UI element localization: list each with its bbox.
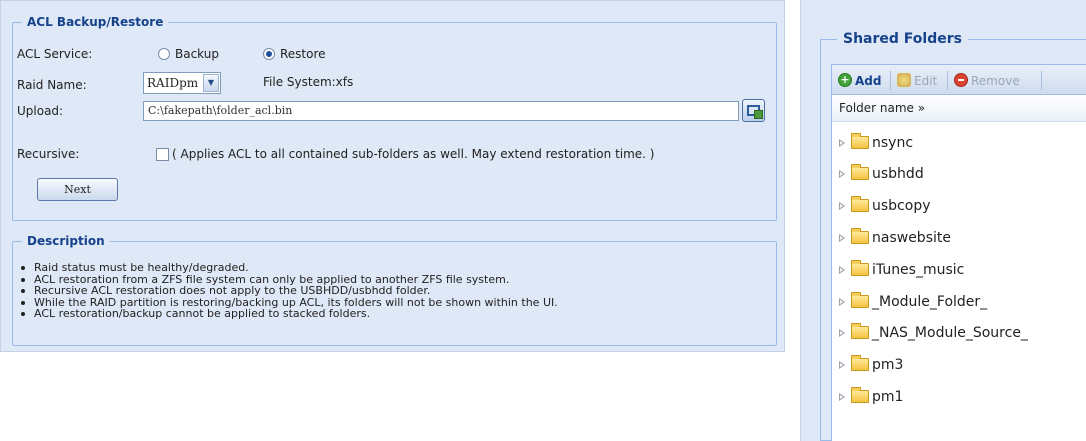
folder-icon — [851, 164, 869, 180]
folder-row[interactable]: pm3 — [832, 353, 1086, 377]
add-button[interactable]: + Add — [838, 73, 898, 89]
expand-arrow-icon[interactable] — [839, 170, 845, 178]
expand-arrow-icon[interactable] — [839, 361, 845, 369]
edit-button-label: Edit — [914, 74, 938, 88]
upload-file-input[interactable]: C:\fakepath\folder_acl.bin — [143, 101, 739, 121]
folder-icon — [851, 387, 869, 403]
folder-name[interactable]: nsync — [872, 131, 913, 155]
folder-icon — [851, 323, 869, 339]
backup-radio[interactable] — [158, 48, 170, 60]
description-item: ACL restoration/backup cannot be applied… — [20, 308, 558, 320]
remove-button[interactable]: Remove — [954, 73, 1034, 89]
remove-button-label: Remove — [971, 74, 1020, 88]
raid-name-label: Raid Name: — [17, 78, 87, 92]
description-list: Raid status must be healthy/degraded. AC… — [20, 262, 558, 320]
folder-name[interactable]: _NAS_Module_Source_ — [872, 321, 1028, 345]
expand-arrow-icon[interactable] — [839, 298, 845, 306]
add-button-label: Add — [855, 74, 882, 88]
acl-panel: ACL Backup/Restore ACL Service: Backup R… — [0, 0, 785, 352]
folder-icon — [851, 355, 869, 371]
expand-arrow-icon[interactable] — [839, 329, 845, 337]
folder-row[interactable]: iTunes_music — [832, 258, 1086, 282]
toolbar-separator — [1041, 71, 1042, 90]
chevron-down-icon[interactable]: ▼ — [203, 74, 219, 92]
upload-label: Upload: — [17, 104, 64, 118]
edit-icon — [897, 73, 911, 87]
add-icon: + — [838, 73, 852, 87]
backup-radio-label[interactable]: Backup — [175, 47, 219, 61]
folder-row[interactable]: naswebsite — [832, 226, 1086, 250]
folder-name[interactable]: iTunes_music — [872, 258, 964, 282]
acl-service-label: ACL Service: — [17, 47, 93, 61]
toolbar-separator — [947, 71, 948, 90]
restore-radio[interactable] — [263, 48, 275, 60]
folder-name-column-header[interactable]: Folder name » — [832, 95, 1086, 122]
expand-arrow-icon[interactable] — [839, 393, 845, 401]
folder-row[interactable]: pm1 — [832, 385, 1086, 409]
file-system-text: File System:xfs — [263, 75, 354, 89]
description-item: Raid status must be healthy/degraded. — [20, 262, 558, 274]
expand-arrow-icon[interactable] — [839, 139, 845, 147]
expand-arrow-icon[interactable] — [839, 266, 845, 274]
folder-icon — [851, 133, 869, 149]
shared-folders-grid: Folder name » nsync usbhdd usbcopy naswe… — [831, 95, 1086, 441]
description-item: Recursive ACL restoration does not apply… — [20, 285, 558, 297]
folder-row[interactable]: _NAS_Module_Source_ — [832, 321, 1086, 345]
folder-icon — [851, 292, 869, 308]
folder-icon — [851, 260, 869, 276]
expand-arrow-icon[interactable] — [839, 202, 845, 210]
folder-name[interactable]: pm1 — [872, 385, 903, 409]
edit-button[interactable]: Edit — [897, 73, 957, 89]
description-title: Description — [22, 233, 110, 249]
expand-arrow-icon[interactable] — [839, 234, 845, 242]
restore-radio-label[interactable]: Restore — [280, 47, 326, 61]
acl-backup-restore-title: ACL Backup/Restore — [22, 14, 169, 30]
toolbar-separator — [890, 71, 891, 90]
recursive-checkbox[interactable] — [156, 148, 169, 161]
shared-folders-title: Shared Folders — [837, 29, 968, 49]
remove-icon — [954, 73, 968, 87]
folder-icon — [851, 196, 869, 212]
folder-row[interactable]: _Module_Folder_ — [832, 290, 1086, 314]
acl-backup-restore-fieldset: ACL Backup/Restore — [12, 14, 777, 221]
folder-name[interactable]: usbcopy — [872, 194, 931, 218]
folder-name[interactable]: naswebsite — [872, 226, 951, 250]
folder-name[interactable]: usbhdd — [872, 162, 924, 186]
folder-row[interactable]: nsync — [832, 131, 1086, 155]
folder-name[interactable]: pm3 — [872, 353, 903, 377]
folder-name[interactable]: _Module_Folder_ — [872, 290, 987, 314]
recursive-label: Recursive: — [17, 147, 80, 161]
folder-row[interactable]: usbcopy — [832, 194, 1086, 218]
recursive-description: ( Applies ACL to all contained sub-folde… — [172, 147, 655, 161]
raid-name-value: RAIDpm — [147, 76, 199, 90]
next-button[interactable]: Next — [37, 178, 118, 201]
folder-row[interactable]: usbhdd — [832, 162, 1086, 186]
raid-name-select[interactable]: RAIDpm ▼ — [143, 72, 221, 94]
shared-folders-toolbar: + Add Edit Remove — [831, 64, 1086, 95]
folder-icon — [851, 228, 869, 244]
browse-file-icon[interactable] — [742, 99, 765, 122]
